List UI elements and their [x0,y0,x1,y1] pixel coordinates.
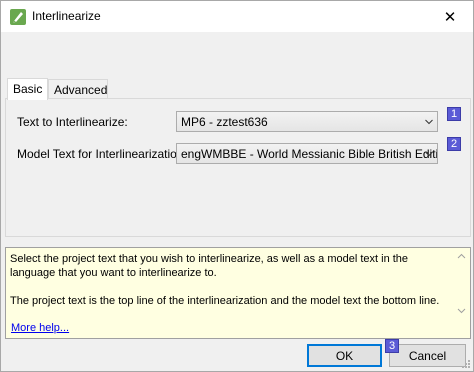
ok-button[interactable]: OK [307,344,382,367]
more-help-link[interactable]: More help... [11,322,69,334]
model-text-select[interactable]: engWMBBE - World Messianic Bible British… [176,143,438,164]
resize-grip-icon[interactable] [461,359,471,369]
callout-badge-3: 3 [385,339,399,353]
text-to-interlinearize-value: MP6 - zztest636 [181,115,268,129]
tab-advanced-label: Advanced [54,83,108,97]
chevron-down-icon [425,151,433,157]
help-paragraph-1: Select the project text that you wish to… [10,253,409,279]
cancel-button[interactable]: Cancel [389,344,466,367]
model-text-value: engWMBBE - World Messianic Bible British… [181,147,438,161]
tab-basic[interactable]: Basic [7,78,48,100]
help-paragraph-2: The project text is the top line of the … [10,295,440,307]
callout-badge-2: 2 [447,137,461,151]
title-bar: Interlinearize ✕ [1,1,473,32]
help-panel: Select the project text that you wish to… [5,247,471,339]
tab-advanced[interactable]: Advanced [48,79,108,99]
close-button[interactable]: ✕ [427,1,473,32]
model-text-label: Model Text for Interlinearization: [17,147,187,161]
ok-button-label: OK [335,348,354,363]
scroll-up-icon[interactable] [457,252,466,261]
callout-badge-1: 1 [447,107,461,121]
tab-basic-label: Basic [13,82,43,96]
window-title: Interlinearize [32,9,101,23]
text-to-interlinearize-label: Text to Interlinearize: [17,115,128,129]
scroll-down-icon[interactable] [457,306,466,315]
close-icon: ✕ [443,8,457,26]
pencil-icon [10,9,26,25]
help-text: Select the project text that you wish to… [10,252,450,322]
chevron-down-icon [425,119,433,125]
interlinearize-dialog: Interlinearize ✕ Basic Advanced Text to … [0,0,474,372]
cancel-button-label: Cancel [408,348,447,363]
text-to-interlinearize-select[interactable]: MP6 - zztest636 [176,111,438,132]
help-scrollbar[interactable] [453,248,470,338]
